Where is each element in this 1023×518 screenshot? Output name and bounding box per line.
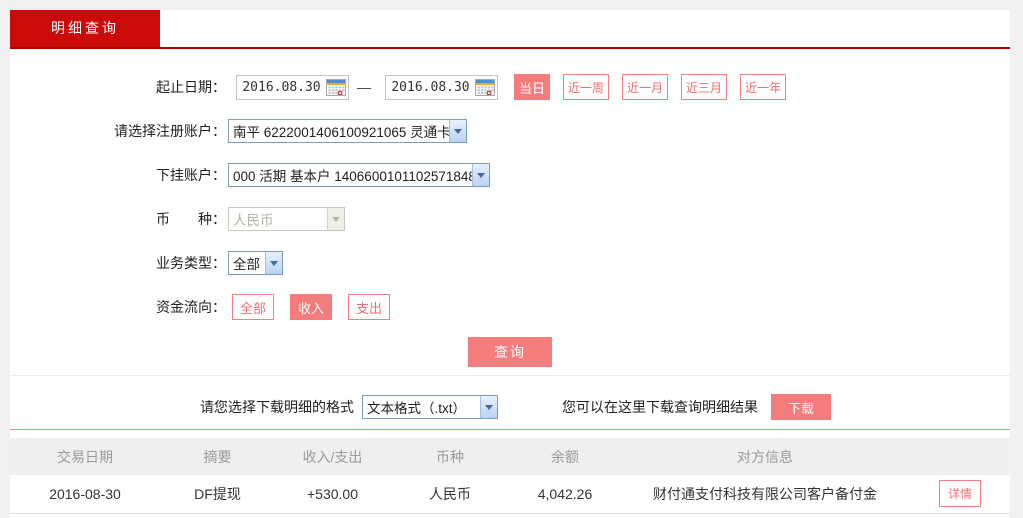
fund-flow-income-button[interactable]: 收入 <box>290 294 332 320</box>
cell-counterparty: 财付通支付科技有限公司客户备付金 <box>620 475 910 513</box>
register-account-label: 请选择注册账户： <box>10 121 228 141</box>
fund-flow-expense-button[interactable]: 支出 <box>348 294 390 320</box>
quick-range-quarter-button[interactable]: 近三月 <box>681 74 727 100</box>
start-date-input[interactable]: 2016.08.30 <box>236 75 349 100</box>
chevron-down-icon <box>327 208 344 230</box>
fund-flow-label: 资金流向： <box>10 297 228 317</box>
calendar-icon[interactable] <box>475 79 495 96</box>
register-account-value: 南平 6222001406100921065 灵通卡 <box>229 121 449 141</box>
column-header-summary: 摘要 <box>160 438 275 475</box>
results-table: 交易日期 摘要 收入/支出 币种 余额 对方信息 2016-08-30 DF提现… <box>10 438 1010 514</box>
date-range-separator: — <box>357 79 371 95</box>
business-type-row: 业务类型： 全部 <box>10 249 1010 277</box>
column-header-currency: 币种 <box>390 438 510 475</box>
sub-account-label: 下挂账户： <box>10 165 228 185</box>
query-panel: 明细查询 起止日期： 2016.08.30 <box>10 10 1010 518</box>
quick-range-month-button[interactable]: 近一月 <box>622 74 668 100</box>
cell-summary: DF提现 <box>160 475 275 513</box>
sub-account-value: 000 活期 基本户 1406600101102571848 <box>229 165 472 185</box>
form-actions: 查询 <box>10 337 1010 367</box>
download-format-label: 请您选择下载明细的格式 <box>200 397 354 417</box>
end-date-value: 2016.08.30 <box>386 80 475 95</box>
cell-amount: +530.00 <box>275 475 390 513</box>
currency-select: 人民币 <box>228 207 345 231</box>
currency-row: 币 种： 人民币 <box>10 205 1010 233</box>
sub-account-select[interactable]: 000 活期 基本户 1406600101102571848 <box>228 163 490 187</box>
tab-detail-query[interactable]: 明细查询 <box>10 10 160 47</box>
cell-balance: 4,042.26 <box>510 475 620 513</box>
tab-bar: 明细查询 <box>10 10 1010 47</box>
column-header-amount: 收入/支出 <box>275 438 390 475</box>
fund-flow-row: 资金流向： 全部 收入 支出 <box>10 293 1010 321</box>
query-button[interactable]: 查询 <box>468 337 552 367</box>
start-date-value: 2016.08.30 <box>237 80 326 95</box>
cell-date: 2016-08-30 <box>10 475 160 513</box>
table-header-row: 交易日期 摘要 收入/支出 币种 余额 对方信息 <box>10 438 1010 475</box>
section-divider <box>10 375 1010 376</box>
column-header-date: 交易日期 <box>10 438 160 475</box>
date-range-row: 起止日期： 2016.08.30 <box>10 73 1010 101</box>
table-row: 2016-08-30 DF提现 +530.00 人民币 4,042.26 财付通… <box>10 475 1010 513</box>
currency-value: 人民币 <box>229 209 327 229</box>
sub-account-row: 下挂账户： 000 活期 基本户 1406600101102571848 <box>10 161 1010 189</box>
quick-range-today-button[interactable]: 当日 <box>514 74 550 100</box>
download-button[interactable]: 下载 <box>771 394 831 420</box>
calendar-icon[interactable] <box>326 79 346 96</box>
query-form: 起止日期： 2016.08.30 <box>10 49 1010 367</box>
business-type-label: 业务类型： <box>10 253 228 273</box>
download-format-value: 文本格式（.txt） <box>363 397 480 417</box>
currency-label: 币 种： <box>10 209 228 229</box>
download-section: 请您选择下载明细的格式 文本格式（.txt） 您可以在这里下载查询明细结果 下载 <box>10 394 1010 420</box>
quick-range-week-button[interactable]: 近一周 <box>563 74 609 100</box>
column-header-action <box>910 438 1010 475</box>
download-format-select[interactable]: 文本格式（.txt） <box>362 395 498 419</box>
register-account-select[interactable]: 南平 6222001406100921065 灵通卡 <box>228 119 467 143</box>
business-type-value: 全部 <box>229 253 265 273</box>
chevron-down-icon <box>449 120 466 142</box>
chevron-down-icon <box>472 164 489 186</box>
cell-currency: 人民币 <box>390 475 510 513</box>
date-range-label: 起止日期： <box>10 77 228 97</box>
chevron-down-icon <box>480 396 497 418</box>
register-account-row: 请选择注册账户： 南平 6222001406100921065 灵通卡 <box>10 117 1010 145</box>
column-header-counterparty: 对方信息 <box>620 438 910 475</box>
page-background: 明细查询 起止日期： 2016.08.30 <box>0 0 1023 518</box>
end-date-input[interactable]: 2016.08.30 <box>385 75 498 100</box>
fund-flow-all-button[interactable]: 全部 <box>232 294 274 320</box>
table-top-divider <box>10 429 1010 430</box>
cell-action: 详情 <box>910 475 1010 513</box>
chevron-down-icon <box>265 252 282 274</box>
quick-range-year-button[interactable]: 近一年 <box>740 74 786 100</box>
download-hint: 您可以在这里下载查询明细结果 <box>562 397 758 417</box>
business-type-select[interactable]: 全部 <box>228 251 283 275</box>
column-header-balance: 余额 <box>510 438 620 475</box>
detail-button[interactable]: 详情 <box>939 480 981 507</box>
